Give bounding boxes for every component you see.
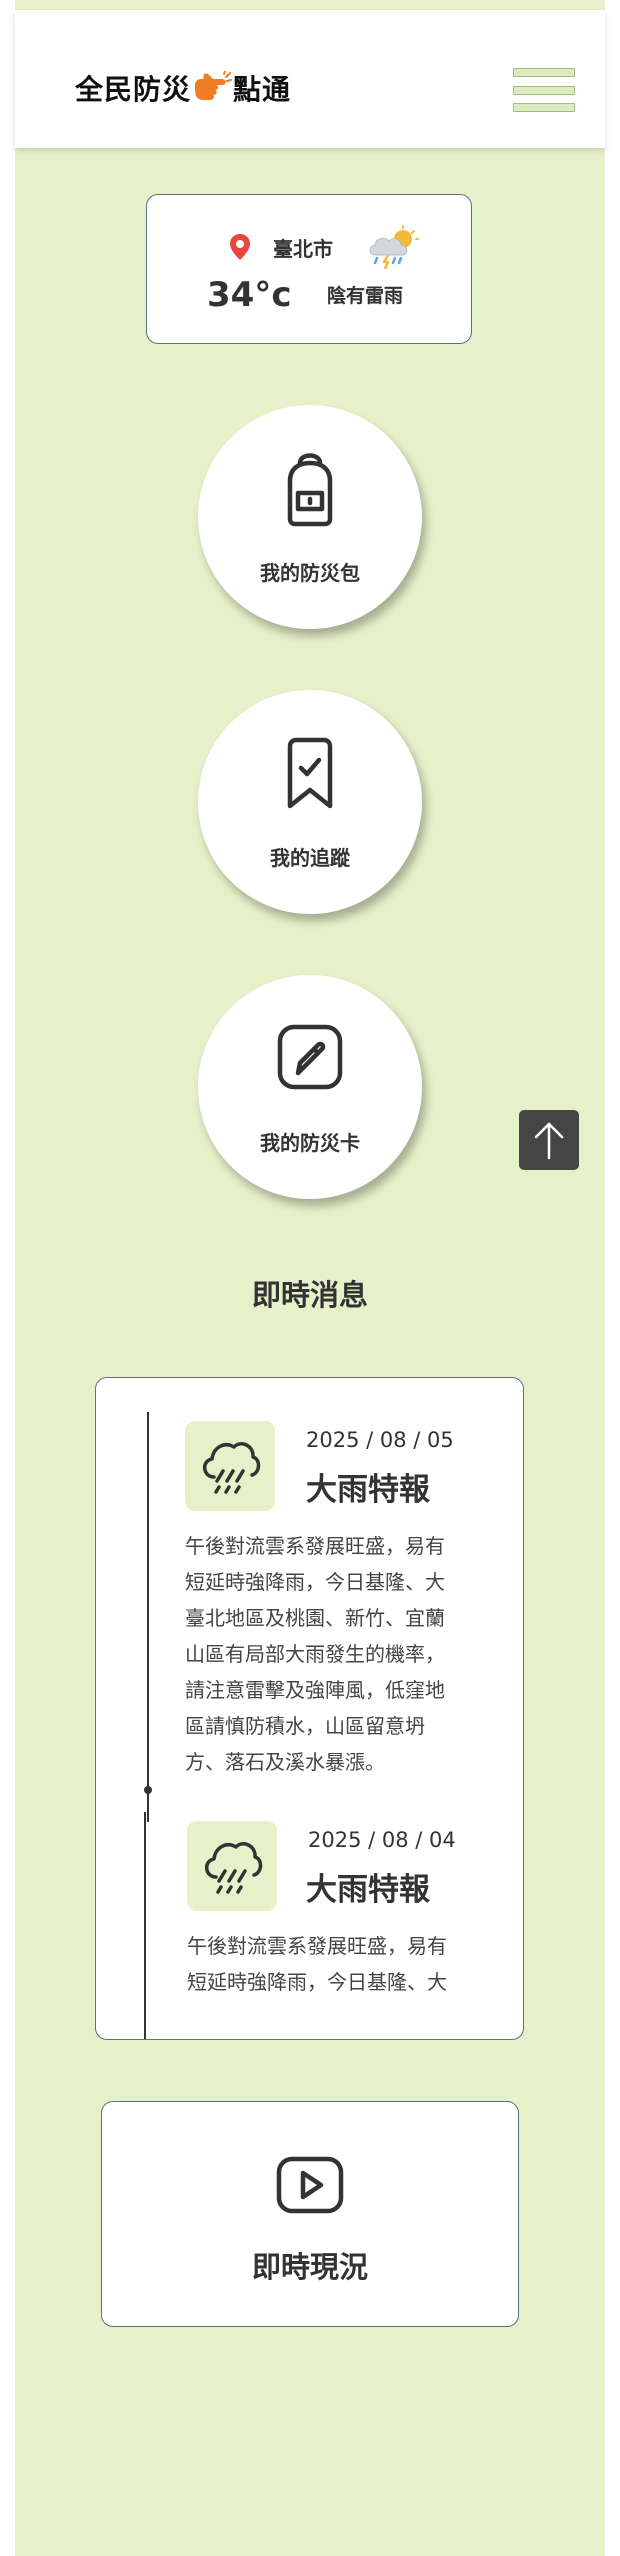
timeline-line bbox=[144, 1812, 146, 2039]
back-to-top-button[interactable] bbox=[519, 1110, 579, 1170]
quick-action-label: 我的防災卡 bbox=[260, 1131, 360, 1155]
disaster-card-button[interactable]: 我的防災卡 bbox=[198, 975, 422, 1199]
timeline-dot bbox=[144, 1786, 152, 1794]
weather-temperature: 34°c bbox=[207, 275, 292, 315]
menu-bar bbox=[513, 68, 575, 77]
backpack-icon bbox=[287, 453, 333, 527]
news-feed[interactable]: 2025 / 08 / 05 大雨特報 午後對流雲系發展旺盛，易有短延時強降雨，… bbox=[95, 1377, 524, 2040]
my-tracking-button[interactable]: 我的追蹤 bbox=[198, 690, 422, 914]
site-header: 全民防災 點通 bbox=[15, 10, 605, 148]
news-body: 午後對流雲系發展旺盛，易有短延時強降雨，今日基隆、大臺北地區及桃園、新竹、宜蘭山… bbox=[185, 1534, 445, 1774]
menu-bar bbox=[513, 85, 575, 95]
quick-action-label: 我的防災包 bbox=[260, 561, 360, 585]
weather-city: 臺北市 bbox=[273, 237, 333, 261]
disaster-kit-button[interactable]: 我的防災包 bbox=[198, 405, 422, 629]
live-status-label: 即時現況 bbox=[251, 2250, 368, 2284]
news-body: 午後對流雲系發展旺盛，易有短延時強降雨，今日基隆、大 bbox=[187, 1934, 447, 1994]
news-date: 2025 / 08 / 05 bbox=[306, 1428, 454, 1452]
news-icon-box bbox=[187, 1821, 277, 1911]
live-status-button[interactable]: 即時現況 bbox=[101, 2101, 519, 2327]
play-button-icon bbox=[276, 2156, 344, 2214]
news-icon-box bbox=[185, 1421, 275, 1511]
bookmark-check-icon bbox=[287, 737, 333, 809]
heavy-rain-icon bbox=[203, 1442, 261, 1494]
menu-bar bbox=[513, 103, 575, 112]
logo-text-left: 全民防災 bbox=[75, 73, 192, 106]
location-pin-icon bbox=[230, 234, 250, 260]
logo-text-right: 點通 bbox=[233, 73, 292, 106]
news-date: 2025 / 08 / 04 bbox=[308, 1828, 456, 1852]
heavy-rain-icon bbox=[205, 1842, 263, 1894]
edit-card-icon bbox=[277, 1024, 343, 1090]
news-section-title: 即時消息 bbox=[251, 1278, 368, 1312]
thunderstorm-cloud-icon bbox=[369, 225, 419, 270]
weather-description: 陰有雷雨 bbox=[327, 285, 404, 307]
site-logo[interactable]: 全民防災 點通 bbox=[75, 68, 291, 108]
news-title: 大雨特報 bbox=[306, 1472, 430, 1508]
arrow-up-icon bbox=[534, 1122, 564, 1160]
pointing-hand-icon bbox=[195, 71, 233, 100]
timeline-line bbox=[147, 1412, 149, 1822]
hamburger-menu-icon[interactable] bbox=[513, 68, 575, 112]
weather-card[interactable]: 臺北市 34°c 陰有雷雨 bbox=[146, 194, 472, 344]
quick-action-label: 我的追蹤 bbox=[270, 846, 350, 870]
news-title: 大雨特報 bbox=[306, 1872, 430, 1908]
